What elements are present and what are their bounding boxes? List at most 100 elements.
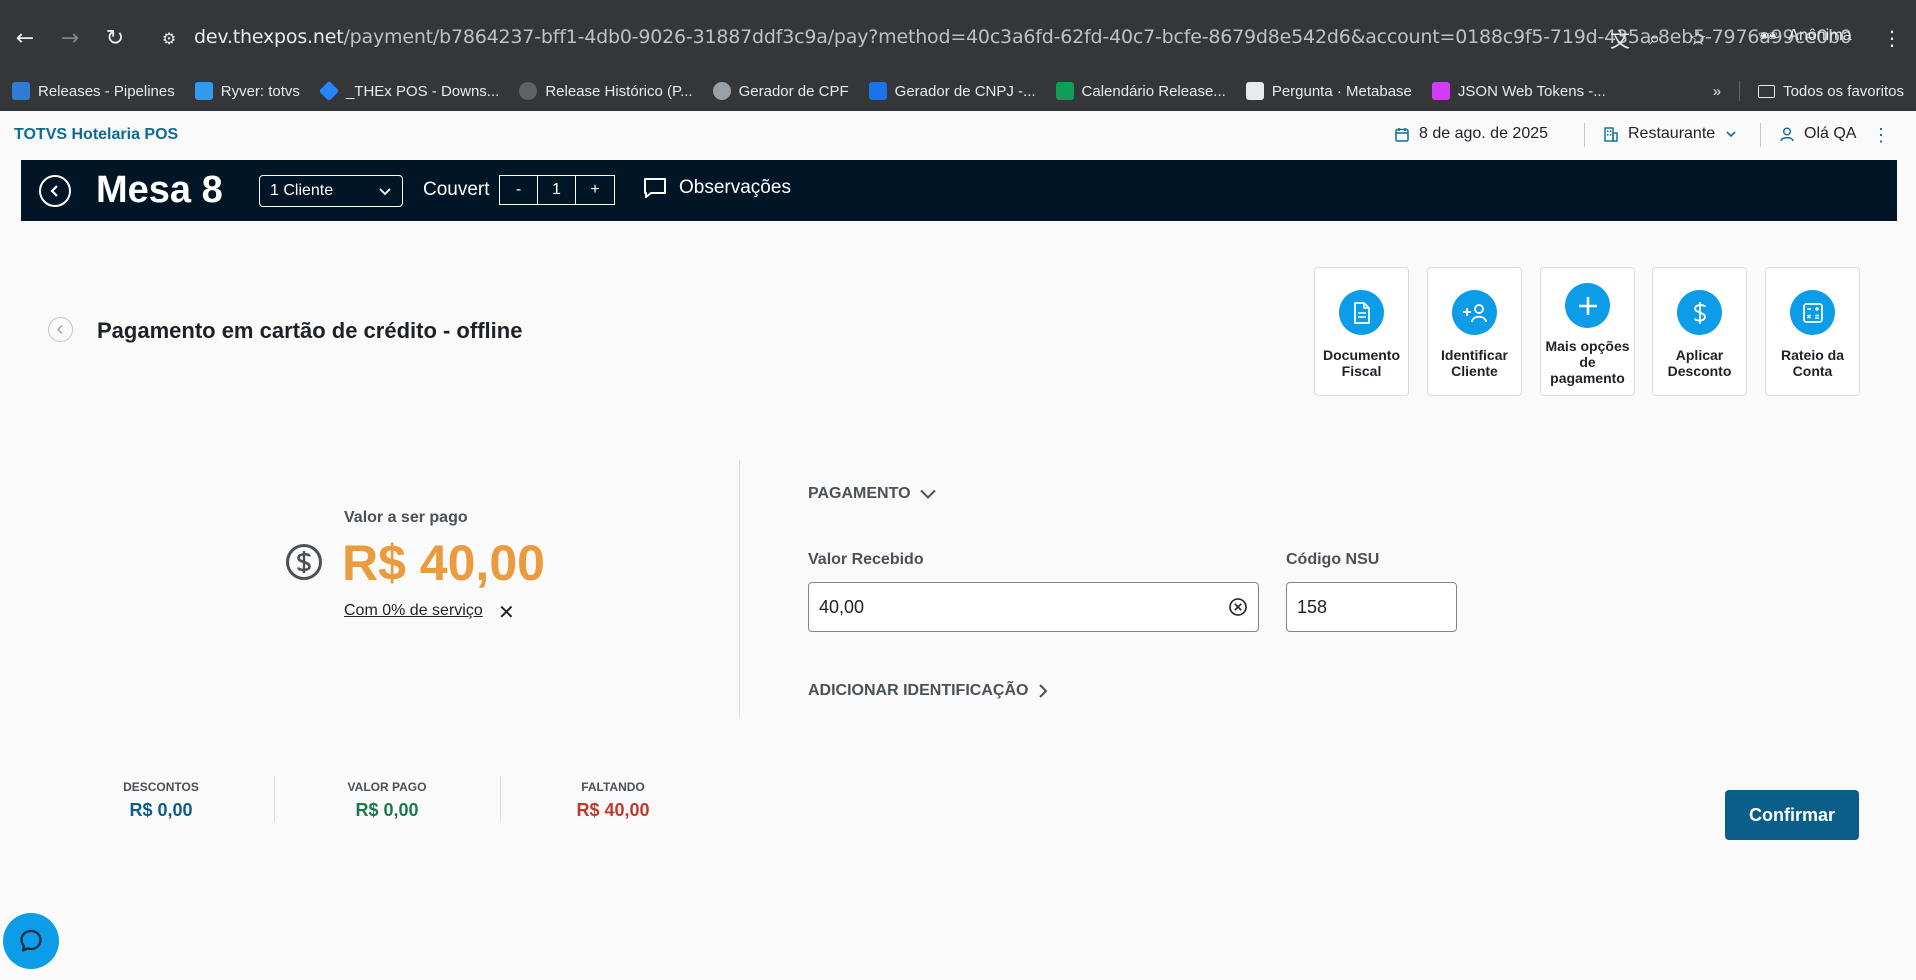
app-header: TOTVS Hotelaria POS 8 de ago. de 2025 Re… (0, 111, 1916, 159)
paid-total: VALOR PAGO R$ 0,00 (297, 780, 477, 821)
zoom-icon[interactable]: ⌕ (1649, 24, 1660, 52)
nsu-code-input[interactable] (1297, 596, 1446, 618)
dollar-icon (1677, 290, 1722, 335)
bookmarks-bar: Releases - Pipelines Ryver: totvs _THEx … (0, 72, 1916, 110)
folder-icon (1758, 84, 1776, 98)
location-label: Restaurante (1628, 125, 1716, 142)
bookmark-label: JSON Web Tokens -... (1457, 82, 1606, 100)
more-bookmarks-icon[interactable]: » (1713, 83, 1721, 100)
profile-label: Anônima (1788, 27, 1852, 44)
observations-button[interactable]: Observações (643, 177, 791, 199)
title-back-button[interactable] (48, 317, 73, 342)
all-bookmarks-folder[interactable]: Todos os favoritos (1758, 83, 1904, 100)
totals-divider (274, 776, 275, 822)
plus-icon (1565, 283, 1610, 328)
action-label: Identificar Cliente (1441, 347, 1508, 379)
confirm-button[interactable]: Confirmar (1725, 790, 1859, 840)
totals-divider (500, 776, 501, 822)
clients-label: 1 Cliente (270, 182, 334, 199)
forward-arrow-icon[interactable]: → (56, 24, 84, 52)
user-menu[interactable]: Olá QA (1780, 125, 1856, 143)
couvert-stepper: - 1 + (499, 175, 615, 205)
site-settings-icon[interactable]: ⚙ (155, 24, 183, 52)
metabase-icon (1245, 82, 1264, 100)
address-bar[interactable]: dev.thexpos.net/payment/b7864237-bff1-4d… (194, 26, 1852, 48)
chevron-down-icon (1726, 131, 1736, 138)
browser-menu-icon[interactable]: ⋮ (1882, 24, 1902, 52)
location-selector[interactable]: Restaurante (1604, 125, 1737, 143)
bookmark-label: Calendário Release... (1081, 82, 1226, 100)
date-label: 8 de ago. de 2025 (1419, 125, 1549, 142)
bookmark-item[interactable]: Releases - Pipelines (12, 82, 175, 100)
date-display: 8 de ago. de 2025 (1395, 125, 1548, 143)
bookmark-star-icon[interactable]: ☆ (1689, 24, 1707, 52)
bookmark-item[interactable]: _THEx POS - Downs... (318, 80, 500, 102)
bookmarks-right: » Todos os favoritos (1713, 72, 1904, 110)
received-value-input[interactable] (819, 596, 1228, 618)
chat-bubble-icon (644, 178, 666, 198)
apply-discount-button[interactable]: Aplicar Desconto (1652, 267, 1747, 396)
chevron-down-icon (919, 489, 936, 499)
back-button[interactable] (39, 175, 71, 207)
url-host: dev.thexpos.net (194, 26, 344, 48)
ryver-icon (194, 82, 213, 100)
chevron-left-icon (50, 185, 58, 197)
nsu-code-field[interactable] (1286, 582, 1457, 632)
add-identification-button[interactable]: ADICIONAR IDENTIFICAÇÃO (808, 682, 1048, 700)
bookmark-item[interactable]: Pergunta · Metabase (1245, 82, 1412, 100)
fiscal-document-button[interactable]: Documento Fiscal (1314, 267, 1409, 396)
discounts-label: DESCONTOS (123, 780, 199, 794)
couvert-label: Couvert (423, 179, 490, 200)
table-bar: Mesa 8 1 Cliente Couvert - 1 + Observaçõ… (21, 160, 1897, 221)
received-value-field[interactable] (808, 582, 1259, 632)
globe-icon (712, 82, 731, 100)
more-payment-options-button[interactable]: Mais opções de pagamento (1540, 267, 1635, 396)
chevron-down-icon (379, 187, 391, 195)
identify-client-button[interactable]: Identificar Cliente (1427, 267, 1522, 396)
translate-icon[interactable]: 文 (1610, 24, 1630, 52)
back-arrow-icon[interactable]: ← (11, 24, 39, 52)
missing-total: FALTANDO R$ 40,00 (523, 780, 703, 821)
table-title: Mesa 8 (96, 169, 223, 211)
observations-label: Observações (679, 177, 791, 198)
bookmark-item[interactable]: Calendário Release... (1055, 82, 1226, 100)
incognito-icon: 🕶 (1758, 28, 1779, 45)
bookmark-item[interactable]: Release Histórico (P... (519, 82, 693, 100)
missing-label: FALTANDO (581, 780, 645, 794)
address-bar-row: ← → ↻ ⚙ dev.thexpos.net/payment/b7864237… (0, 0, 1916, 78)
brand-title[interactable]: TOTVS Hotelaria POS (14, 126, 178, 144)
clear-icon[interactable] (1228, 597, 1248, 617)
incognito-profile[interactable]: 🕶 Anônima (1758, 26, 1851, 46)
building-icon (1604, 126, 1618, 142)
vertical-divider (739, 460, 740, 718)
couvert-value[interactable]: 1 (538, 176, 576, 204)
action-label: Rateio da Conta (1780, 347, 1844, 379)
chevron-left-icon (56, 324, 63, 335)
history-icon (519, 82, 538, 100)
calculator-icon (1790, 290, 1835, 335)
bookmark-label: Ryver: totvs (220, 82, 300, 100)
amount-value: R$ 40,00 (342, 535, 545, 591)
bookmark-item[interactable]: Gerador de CNPJ -... (868, 82, 1036, 100)
close-icon[interactable]: ✕ (498, 600, 515, 625)
document-icon (1339, 290, 1384, 335)
service-fee-link[interactable]: Com 0% de serviço (344, 602, 483, 620)
paid-label: VALOR PAGO (347, 780, 427, 794)
sheets-icon (1055, 82, 1074, 100)
more-vertical-icon[interactable]: ⋮ (1872, 125, 1890, 146)
bookmark-item[interactable]: Gerador de CPF (712, 82, 849, 100)
couvert-plus-button[interactable]: + (576, 176, 614, 204)
bookmark-label: _THEx POS - Downs... (345, 82, 500, 100)
reload-icon[interactable]: ↻ (101, 24, 129, 52)
section-label: PAGAMENTO (808, 485, 911, 502)
chat-support-button[interactable] (3, 913, 59, 969)
bookmark-item[interactable]: Ryver: totvs (194, 82, 300, 100)
clients-select[interactable]: 1 Cliente (259, 175, 403, 207)
payment-section-toggle[interactable]: PAGAMENTO (808, 485, 937, 503)
bookmark-item[interactable]: JSON Web Tokens -... (1431, 82, 1606, 100)
jwt-icon (1431, 82, 1450, 100)
split-bill-button[interactable]: Rateio da Conta (1765, 267, 1860, 396)
bookmark-label: Gerador de CNPJ -... (894, 82, 1036, 100)
action-label: Mais opções de pagamento (1545, 338, 1630, 386)
couvert-minus-button[interactable]: - (500, 176, 538, 204)
